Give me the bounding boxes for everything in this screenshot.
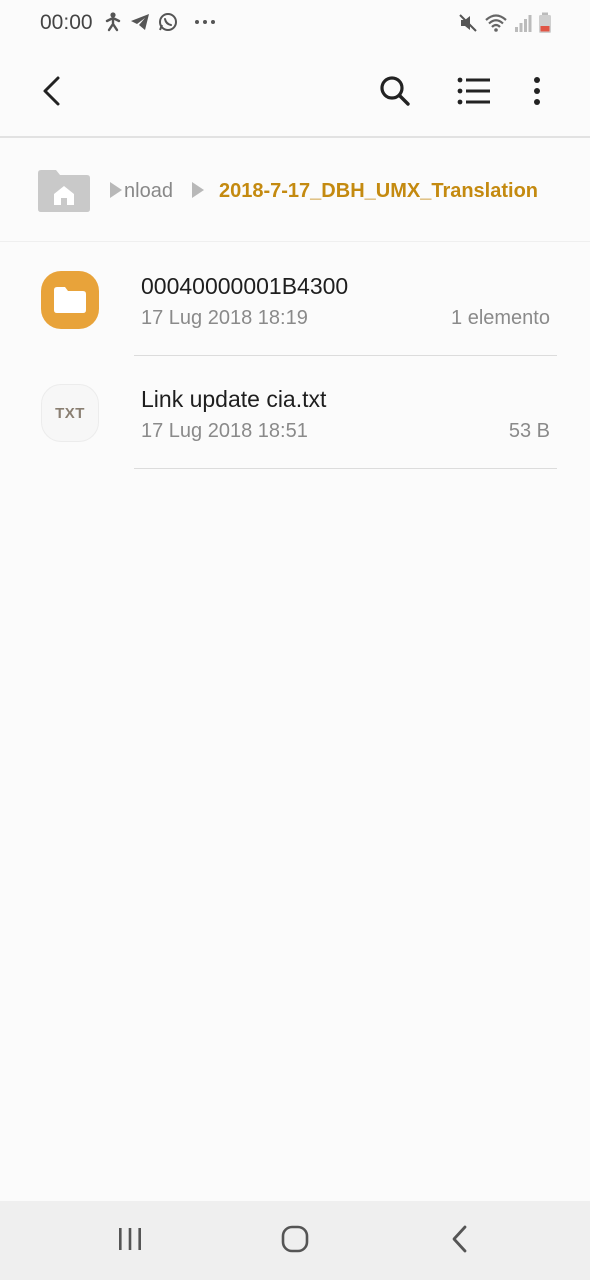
recent-apps-icon (117, 1227, 143, 1256)
home-icon (38, 170, 90, 216)
recent-apps-button[interactable] (108, 1219, 152, 1263)
file-date: 17 Lug 2018 18:19 (141, 307, 308, 329)
status-time: 00:00 (40, 11, 93, 34)
file-name: Link update cia.txt (141, 386, 327, 412)
wifi-icon (484, 13, 508, 38)
breadcrumb: nload 2018-7-17_DBH_UMX_Translation (0, 140, 590, 242)
back-icon (40, 75, 64, 112)
breadcrumb-home-button[interactable] (38, 168, 90, 212)
telegram-icon (130, 12, 150, 37)
home-button-icon (281, 1225, 309, 1258)
list-item[interactable]: 00040000001B4300 17 Lug 2018 18:19 1 ele… (0, 243, 590, 356)
more-notifications-icon (194, 12, 216, 37)
divider (134, 468, 557, 469)
back-nav-button[interactable] (438, 1219, 482, 1263)
navigation-bar (0, 1201, 590, 1280)
status-system-icons (458, 12, 552, 39)
back-nav-icon (451, 1225, 469, 1258)
search-icon (379, 75, 411, 112)
more-options-icon (532, 76, 542, 111)
txt-file-icon: TXT (41, 384, 99, 442)
more-options-button[interactable] (514, 70, 560, 116)
view-mode-button[interactable] (451, 70, 497, 116)
whatsapp-icon (158, 12, 178, 37)
breadcrumb-separator-icon (192, 182, 204, 198)
breadcrumb-previous[interactable]: nload (124, 180, 173, 203)
file-name: 00040000001B4300 (141, 273, 349, 299)
list-view-icon (457, 76, 491, 111)
file-list: 00040000001B4300 17 Lug 2018 18:19 1 ele… (0, 243, 590, 469)
search-button[interactable] (372, 70, 418, 116)
folder-icon (41, 271, 99, 329)
item-count: 1 elemento (451, 307, 550, 329)
signal-icon (514, 13, 532, 38)
home-nav-button[interactable] (273, 1219, 317, 1263)
file-size: 53 B (508, 420, 550, 442)
back-button[interactable] (29, 70, 75, 116)
accessibility-icon (104, 12, 122, 37)
status-notification-icons (104, 12, 216, 37)
app-bar (0, 48, 590, 138)
status-bar: 00:00 (0, 0, 590, 48)
file-date: 17 Lug 2018 18:51 (141, 420, 308, 442)
mute-icon (458, 13, 478, 38)
battery-icon (538, 12, 552, 39)
list-item[interactable]: TXT Link update cia.txt 17 Lug 2018 18:5… (0, 356, 590, 469)
breadcrumb-current[interactable]: 2018-7-17_DBH_UMX_Translation (219, 180, 538, 203)
breadcrumb-separator-icon (110, 182, 122, 198)
